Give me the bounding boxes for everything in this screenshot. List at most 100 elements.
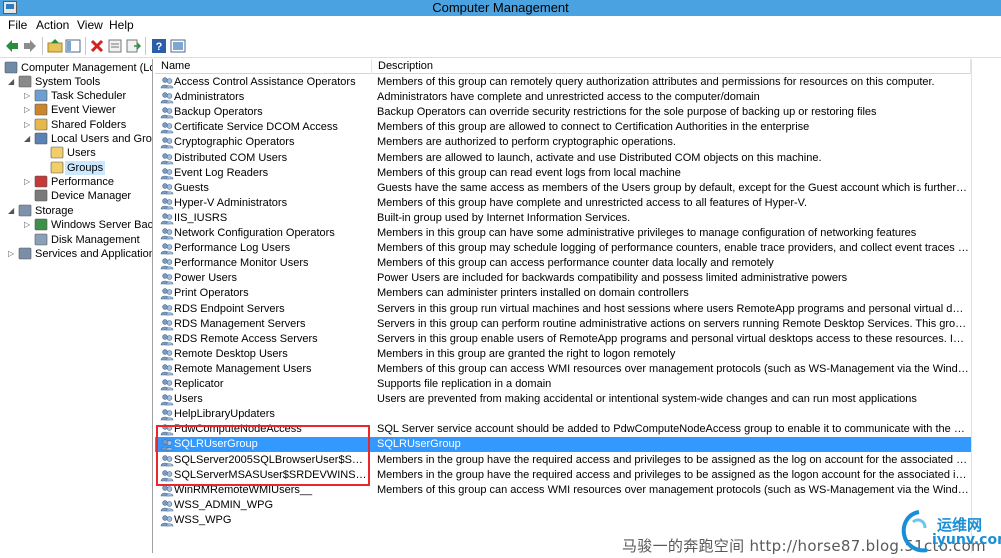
group-row[interactable]: Network Configuration Operators Members i… — [155, 226, 971, 241]
group-icon — [160, 303, 174, 316]
group-description: Members of this group can access WMI res… — [377, 483, 969, 496]
tree-item-users[interactable]: Users — [0, 146, 152, 160]
properties-icon[interactable] — [106, 37, 124, 55]
group-icon — [160, 152, 174, 165]
menu-action[interactable]: Action — [36, 18, 69, 32]
tree-item-device-manager[interactable]: Device Manager — [0, 189, 152, 203]
group-row[interactable]: Replicator Supports file replication in a… — [155, 377, 971, 392]
tree-item-label: Event Viewer — [51, 104, 116, 116]
column-header-name[interactable]: Name — [155, 59, 372, 74]
tree-item-system-tools[interactable]: ◢ System Tools — [0, 75, 152, 89]
group-row[interactable]: Print Operators Members can administer pr… — [155, 286, 971, 301]
group-description: Members can administer printers installe… — [377, 287, 689, 300]
collapse-arrow-icon[interactable]: ◢ — [24, 135, 32, 143]
group-description: Members of this group can access WMI res… — [377, 362, 969, 375]
group-row[interactable]: Remote Management Users Members of this g… — [155, 362, 971, 377]
group-row[interactable]: Users Users are prevented from making acc… — [155, 392, 971, 407]
group-row[interactable]: Cryptographic Operators Members are autho… — [155, 135, 971, 150]
expand-arrow-icon[interactable]: ▷ — [24, 121, 32, 129]
group-row[interactable]: Certificate Service DCOM Access Members o… — [155, 120, 971, 135]
console-icon[interactable] — [169, 37, 187, 55]
group-name: Performance Monitor Users — [174, 257, 309, 270]
group-row[interactable]: HelpLibraryUpdaters — [155, 407, 971, 422]
group-row[interactable]: Performance Log Users Members of this gro… — [155, 241, 971, 256]
expand-arrow-icon[interactable]: ▷ — [24, 92, 32, 100]
group-row[interactable]: Backup Operators Backup Operators can ove… — [155, 105, 971, 120]
forward-icon[interactable] — [21, 37, 39, 55]
tree-item-local-users-and-groups[interactable]: ◢ Local Users and Groups — [0, 132, 152, 146]
group-description: Members of this group can remotely query… — [377, 76, 935, 88]
expand-arrow-icon[interactable]: ▷ — [24, 178, 32, 186]
group-row[interactable]: WSS_WPG — [155, 513, 971, 528]
back-icon[interactable] — [3, 37, 21, 55]
group-name: Network Configuration Operators — [174, 227, 335, 239]
show-hide-tree-icon[interactable] — [64, 37, 82, 55]
column-header-description[interactable]: Description — [372, 59, 971, 74]
annotation-highlight-box — [156, 425, 370, 486]
group-row[interactable]: Access Control Assistance Operators Membe… — [155, 75, 971, 90]
tree-item-windows-server-backup[interactable]: ▷ Windows Server Backup — [0, 218, 153, 232]
tree-item-disk-management[interactable]: Disk Management — [0, 233, 152, 247]
menu-help[interactable]: Help — [109, 18, 134, 32]
group-row[interactable]: Distributed COM Users Members are allowed… — [155, 151, 971, 166]
export-icon[interactable] — [124, 37, 142, 55]
group-name: Remote Management Users — [174, 362, 312, 375]
group-icon — [160, 272, 174, 285]
group-row[interactable]: RDS Remote Access Servers Servers in this… — [155, 332, 971, 347]
tree-item-services-and-applications[interactable]: ▷ Services and Applications — [0, 247, 152, 261]
group-description: SQL Server service account should be add… — [377, 423, 969, 436]
tools-icon — [18, 75, 32, 88]
group-row[interactable]: WSS_ADMIN_WPG — [155, 498, 971, 513]
tree-item-label: Disk Management — [51, 234, 140, 246]
group-icon — [160, 91, 174, 104]
group-name: RDS Endpoint Servers — [174, 302, 285, 315]
toolbar-separator — [85, 37, 86, 55]
collapse-arrow-icon[interactable]: ◢ — [8, 78, 16, 86]
tree-item-label: Device Manager — [51, 190, 132, 202]
vertical-scrollbar[interactable] — [971, 59, 1001, 553]
tree-item-label: Shared Folders — [51, 119, 127, 131]
menu-file[interactable]: File — [8, 18, 27, 32]
tree-item-event-viewer[interactable]: ▷ Event Viewer — [0, 103, 152, 117]
group-name: RDS Management Servers — [174, 317, 306, 330]
group-description: Members are allowed to launch, activate … — [377, 151, 822, 164]
group-row[interactable]: RDS Endpoint Servers Servers in this grou… — [155, 302, 971, 317]
group-icon — [160, 227, 174, 240]
tree-item-shared-folders[interactable]: ▷ Shared Folders — [0, 118, 152, 132]
group-row[interactable]: Administrators Administrators have comple… — [155, 90, 971, 105]
group-description: Supports file replication in a domain — [377, 378, 552, 390]
group-row[interactable]: IIS_IUSRS Built-in group used by Internet… — [155, 211, 971, 226]
group-row[interactable]: Remote Desktop Users Members in this grou… — [155, 347, 971, 362]
delete-icon[interactable] — [88, 37, 106, 55]
tree-item-computer-management-local[interactable]: Computer Management (Local — [0, 61, 152, 75]
group-name: Distributed COM Users — [174, 151, 288, 164]
help-icon[interactable]: ? — [150, 37, 168, 55]
group-description: Administrators have complete and unrestr… — [377, 91, 760, 104]
group-description: Power Users are included for backwards c… — [377, 272, 848, 285]
tree-item-groups[interactable]: Groups — [0, 161, 152, 175]
expand-arrow-icon[interactable]: ▷ — [24, 221, 32, 229]
group-description: Members in the group have the required a… — [377, 453, 969, 466]
group-row[interactable]: RDS Management Servers Servers in this gr… — [155, 317, 971, 332]
group-name: Cryptographic Operators — [174, 136, 295, 149]
group-row[interactable]: Power Users Power Users are included for … — [155, 271, 971, 286]
tree-item-storage[interactable]: ◢ Storage — [0, 204, 152, 218]
group-row[interactable]: Performance Monitor Users Members of this… — [155, 256, 971, 271]
group-row[interactable]: Hyper-V Administrators Members of this gr… — [155, 196, 971, 211]
group-description: Built-in group used by Internet Informat… — [377, 211, 631, 224]
menu-view[interactable]: View — [77, 18, 103, 32]
group-name: Access Control Assistance Operators — [174, 76, 356, 88]
toolbar-separator — [42, 37, 43, 55]
up-folder-icon[interactable] — [46, 37, 64, 55]
tree-item-label: Local Users and Groups — [51, 133, 152, 145]
tree-item-task-scheduler[interactable]: ▷ Task Scheduler — [0, 89, 152, 103]
group-name: Print Operators — [174, 287, 249, 300]
group-row[interactable]: Guests Guests have the same access as mem… — [155, 181, 971, 196]
svg-text:?: ? — [156, 41, 163, 53]
expand-arrow-icon[interactable]: ▷ — [24, 106, 32, 114]
expand-arrow-icon[interactable]: ▷ — [8, 250, 16, 258]
group-row[interactable]: Event Log Readers Members of this group c… — [155, 166, 971, 181]
tree-item-label: Windows Server Backup — [51, 219, 153, 231]
collapse-arrow-icon[interactable]: ◢ — [8, 207, 16, 215]
tree-item-performance[interactable]: ▷ Performance — [0, 175, 152, 189]
